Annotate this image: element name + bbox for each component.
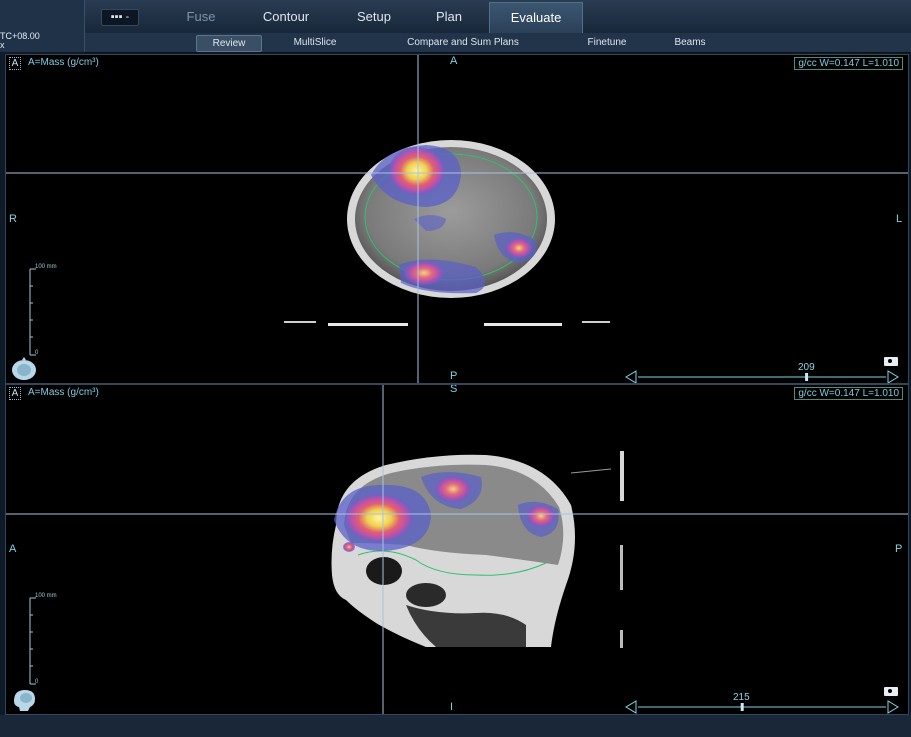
axial-scale-top-label: 100 mm <box>35 264 57 270</box>
status-footer <box>0 715 911 737</box>
sagittal-orient-right: P <box>895 543 903 555</box>
sagittal-camera-icon[interactable] <box>884 687 898 696</box>
axial-image <box>6 55 908 383</box>
axial-table-line <box>484 323 562 326</box>
sagittal-window-level[interactable]: g/cc W=0.147 L=1.010 <box>794 387 903 400</box>
head-top-view-icon[interactable] <box>10 357 38 381</box>
axial-viewport[interactable]: A A=Mass (g/cm³) g/cc W=0.147 L=1.010 A … <box>5 54 909 384</box>
patient-info-line2: x <box>0 40 5 50</box>
subtab-finetune[interactable]: Finetune <box>574 35 640 50</box>
sagittal-image <box>6 385 908 714</box>
axial-slice-next-arrow[interactable] <box>887 370 899 383</box>
sagittal-scale-top-label: 100 mm <box>35 593 57 599</box>
axial-window-level[interactable]: g/cc W=0.147 L=1.010 <box>794 57 903 70</box>
axial-dataset-label: A=Mass (g/cm³) <box>28 57 99 68</box>
axial-table-line <box>328 323 408 326</box>
app-menu-button[interactable]: ▪▪▪ - <box>101 9 139 26</box>
sagittal-table-segment <box>620 630 623 648</box>
sagittal-table-segment <box>620 451 624 501</box>
top-navigation-bar: ▪▪▪ - Fuse Contour Setup Plan Evaluate <box>0 0 911 34</box>
axial-camera-icon[interactable] <box>884 357 898 366</box>
patient-info-line1: TC+08.00 <box>0 31 40 41</box>
axial-dataset-badge[interactable]: A <box>9 57 21 70</box>
axial-slice-number: 209 <box>798 362 815 373</box>
sagittal-dose-hotspot-1 <box>345 494 413 542</box>
axial-dose-hotspot-2 <box>404 261 444 285</box>
sagittal-scale-bar <box>29 597 36 685</box>
subtab-review[interactable]: Review <box>196 35 262 52</box>
tab-plan[interactable]: Plan <box>418 0 480 33</box>
axial-scale-bar <box>29 268 36 356</box>
axial-orient-top: A <box>450 55 458 67</box>
axial-slice-thumb[interactable] <box>805 373 809 381</box>
axial-dose-hotspot-1 <box>389 147 445 195</box>
sagittal-table-line <box>570 468 612 474</box>
sagittal-orient-left: A <box>9 543 17 555</box>
sagittal-slice-next-arrow[interactable] <box>887 700 899 714</box>
sagittal-orient-top: S <box>450 384 458 395</box>
axial-scale-bottom-label: 0 <box>35 350 39 356</box>
sagittal-orbit <box>366 557 402 585</box>
axial-table-line <box>284 321 316 323</box>
sagittal-table-segment <box>620 545 623 590</box>
sagittal-orient-bottom: I <box>450 701 454 713</box>
sagittal-dose-hotspot-2 <box>435 476 471 502</box>
sagittal-slice-prev-arrow[interactable] <box>625 700 637 714</box>
tab-setup[interactable]: Setup <box>338 0 410 33</box>
axial-orient-bottom: P <box>450 370 458 382</box>
axial-dose-hotspot-3 <box>506 238 532 258</box>
tab-evaluate[interactable]: Evaluate <box>489 2 583 34</box>
sagittal-slice-number: 215 <box>733 692 750 703</box>
axial-orient-right: L <box>896 213 903 225</box>
sagittal-dose-hotspot-4 <box>343 542 355 552</box>
axial-slice-prev-arrow[interactable] <box>625 370 637 383</box>
tab-contour[interactable]: Contour <box>245 0 327 33</box>
subtab-compare-and-sum-plans[interactable]: Compare and Sum Plans <box>384 35 542 50</box>
subtab-beams[interactable]: Beams <box>662 35 718 50</box>
subtab-multislice[interactable]: MultiSlice <box>279 35 351 50</box>
sagittal-sinus <box>406 583 446 607</box>
sagittal-slice-thumb[interactable] <box>740 703 744 711</box>
patient-info-panel: TC+08.00 x <box>0 0 85 52</box>
axial-table-line <box>582 321 610 323</box>
sagittal-scale-bottom-label: 0 <box>35 679 39 685</box>
evaluate-subtabs: Review MultiSlice Compare and Sum Plans … <box>84 33 911 53</box>
sagittal-dataset-label: A=Mass (g/cm³) <box>28 387 99 398</box>
tab-fuse[interactable]: Fuse <box>165 0 237 33</box>
axial-orient-left: R <box>9 213 17 225</box>
sagittal-dataset-badge[interactable]: A <box>9 387 21 400</box>
head-side-view-icon[interactable] <box>10 687 38 711</box>
sagittal-dose-hotspot-3 <box>527 505 555 527</box>
sagittal-viewport[interactable]: A A=Mass (g/cm³) g/cc W=0.147 L=1.010 S … <box>5 384 909 715</box>
